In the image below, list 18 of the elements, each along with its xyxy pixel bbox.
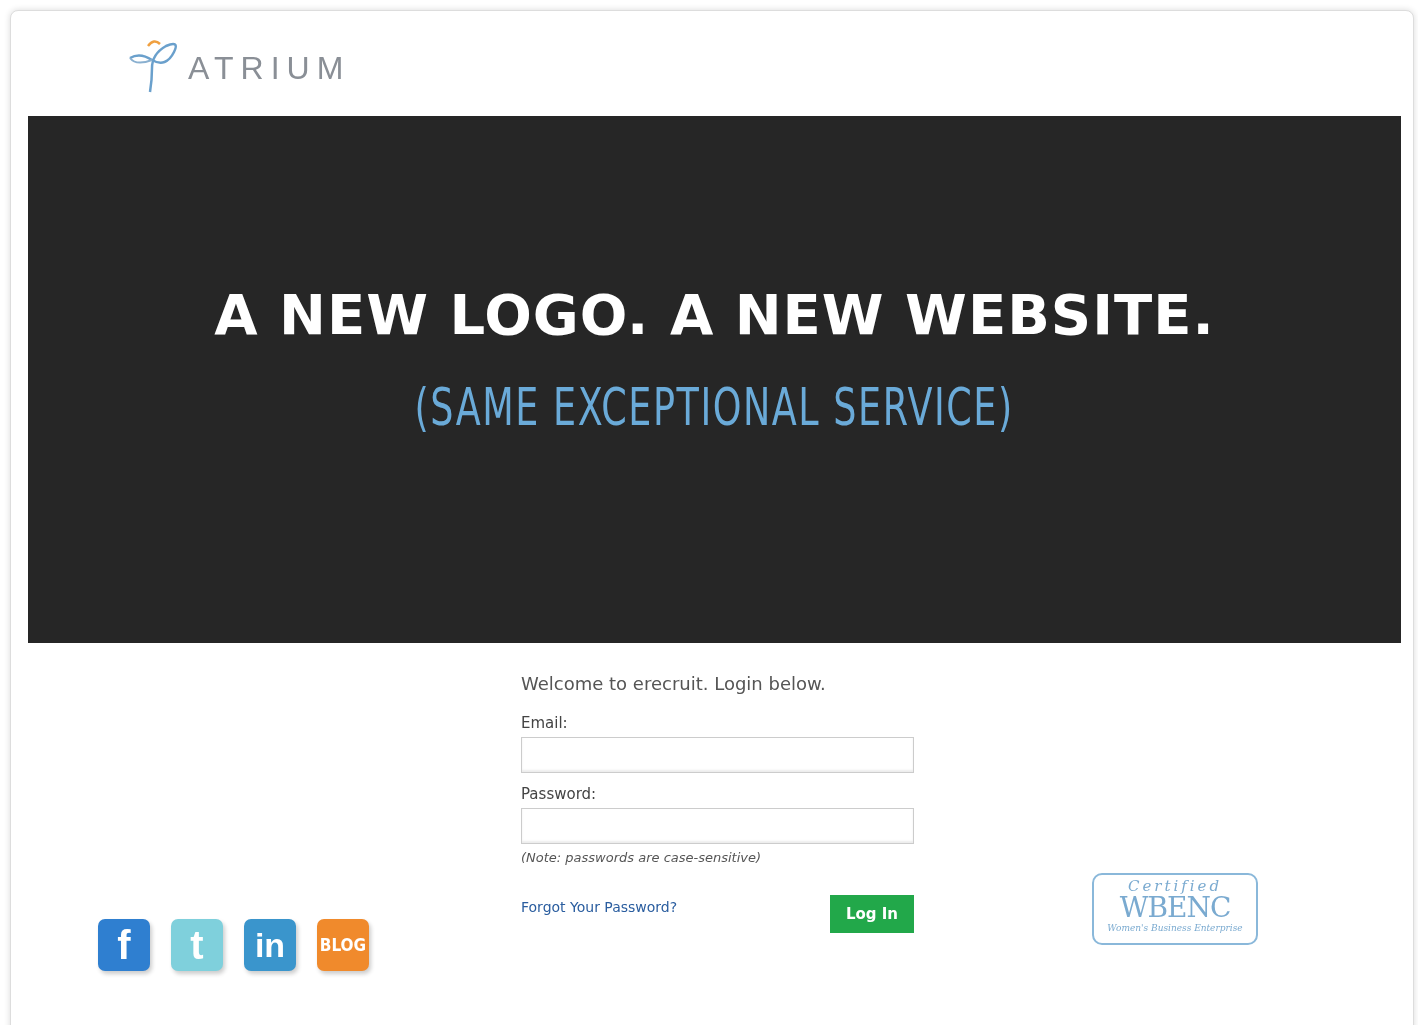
field-label: Email: xyxy=(521,714,569,732)
banner-headline: A NEW LOGO. A NEW WEBSITE. xyxy=(214,282,1215,347)
badge-top-text: Certified xyxy=(1127,879,1223,894)
note-text: (Note: passwords are case-sensitive) xyxy=(521,850,763,865)
social-link-icon[interactable]: t xyxy=(171,919,223,971)
welcome-text: Welcome to erecruit. Login below. xyxy=(521,673,827,694)
badge-main-text: WBENC xyxy=(1119,894,1231,922)
banner-subline: (SAME EXCEPTIONAL SERVICE) xyxy=(414,377,1015,437)
forgot-password-link[interactable]: Forgot Your Password? xyxy=(521,899,678,915)
login-button[interactable]: Log In xyxy=(829,895,914,933)
social-link-icon[interactable]: in xyxy=(244,919,296,971)
field-label: Password: xyxy=(521,785,598,803)
social-link-icon[interactable]: BLOG xyxy=(317,919,369,971)
social-link-icon[interactable]: f xyxy=(98,919,150,971)
input-field[interactable] xyxy=(521,737,914,773)
logo-wordmark: ATRIUM xyxy=(188,50,351,87)
badge-bottom-text: Women's Business Enterprise xyxy=(1107,924,1243,933)
input-field[interactable] xyxy=(521,808,914,844)
